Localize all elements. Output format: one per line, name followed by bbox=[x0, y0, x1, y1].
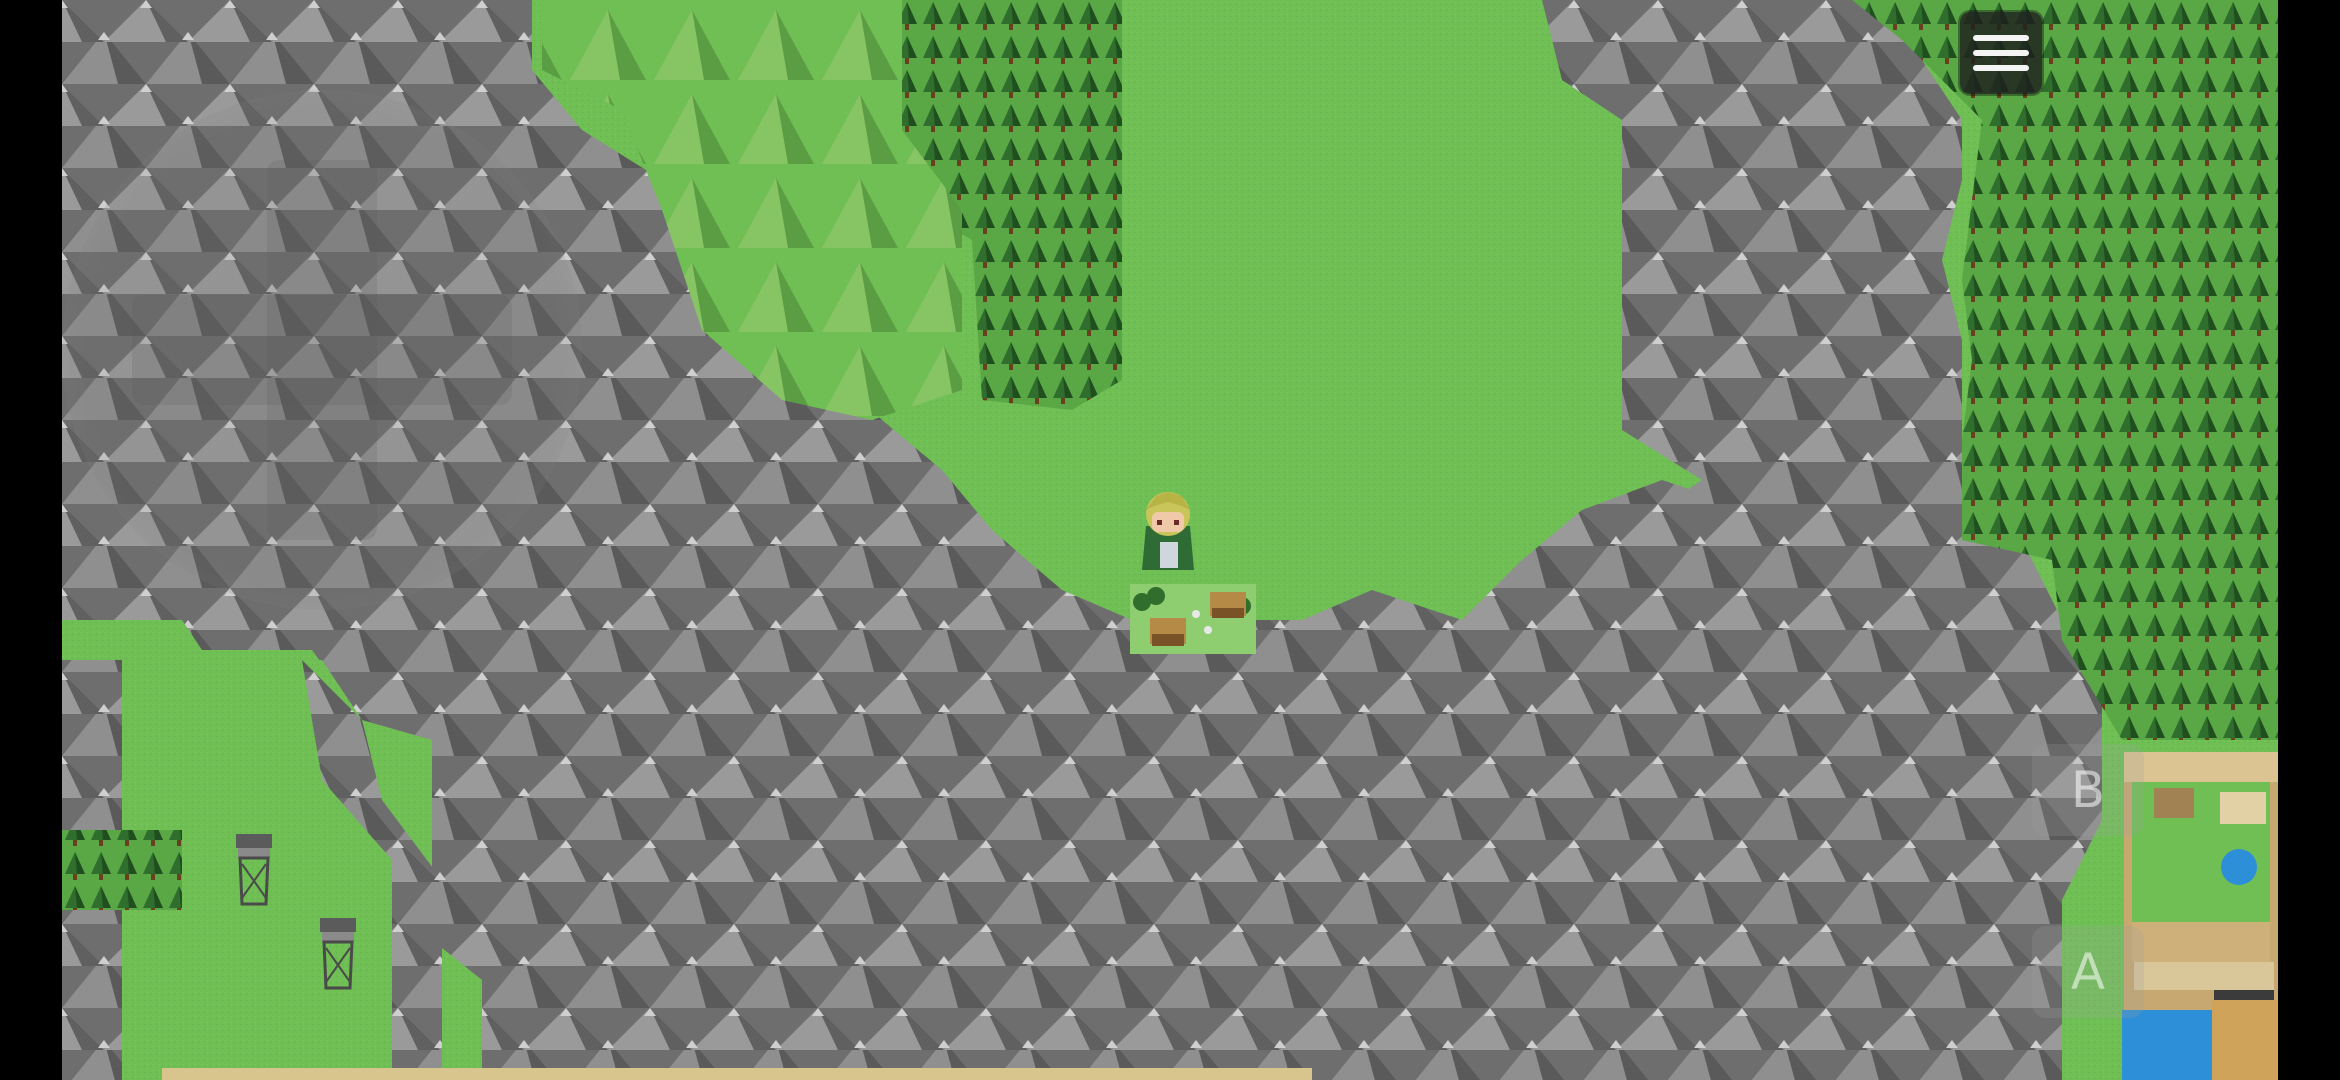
hamburger-menu-icon bbox=[1973, 35, 2029, 41]
player-character bbox=[1142, 492, 1194, 570]
game-viewport[interactable]: B A bbox=[0, 0, 2340, 1080]
menu-button[interactable] bbox=[1960, 12, 2042, 94]
forest-southwest bbox=[62, 830, 182, 910]
hamburger-menu-icon bbox=[1973, 50, 2029, 56]
hamburger-menu-icon bbox=[1973, 65, 2029, 71]
virtual-dpad[interactable] bbox=[62, 90, 582, 610]
a-button-label: A bbox=[2070, 943, 2106, 1001]
b-button[interactable]: B bbox=[2032, 744, 2144, 836]
a-button[interactable]: A bbox=[2032, 926, 2144, 1018]
b-button-label: B bbox=[2070, 761, 2106, 819]
dpad-vertical-axis[interactable] bbox=[267, 160, 377, 540]
village bbox=[1130, 584, 1256, 654]
